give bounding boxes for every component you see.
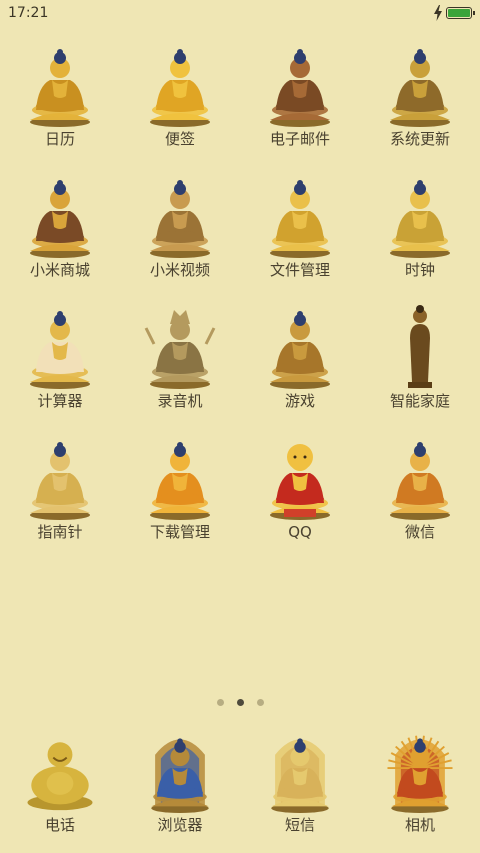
home-app-14[interactable]: QQ — [240, 429, 360, 560]
home-app-10[interactable]: 游戏 — [240, 298, 360, 429]
buddha-statue-icon — [30, 49, 90, 127]
app-label: 系统更新 — [389, 130, 450, 148]
buddha-statue-icon — [30, 180, 90, 258]
dock-app-2[interactable]: 短信 — [240, 726, 360, 844]
buddha-statue-icon — [150, 49, 210, 127]
buddha-statue-icon — [150, 180, 210, 258]
app-label: 游戏 — [284, 392, 315, 410]
home-app-0[interactable]: 日历 — [0, 36, 120, 167]
home-app-1[interactable]: 便签 — [120, 36, 240, 167]
thousand-arm-guanyin-icon — [387, 735, 453, 814]
app-label: 时钟 — [404, 261, 435, 279]
dock: 电话 浏览器 短信 相机 — [0, 726, 480, 844]
app-label: 电子邮件 — [269, 130, 330, 148]
app-label: 相机 — [404, 816, 435, 834]
page-indicator — [0, 699, 480, 706]
status-icons — [433, 5, 475, 21]
app-label: 指南针 — [37, 523, 83, 541]
status-bar: 17:21 — [0, 0, 480, 28]
shrine-statue-icon — [151, 738, 209, 814]
dock-app-3[interactable]: 相机 — [360, 726, 480, 844]
app-label: 便签 — [164, 130, 195, 148]
bald-monk-statue-icon — [270, 444, 330, 520]
home-app-8[interactable]: 计算器 — [0, 298, 120, 429]
home-app-5[interactable]: 小米视频 — [120, 167, 240, 298]
status-time: 17:21 — [8, 5, 49, 21]
app-label: 电话 — [44, 816, 75, 834]
buddha-statue-icon — [150, 442, 210, 520]
buddha-statue-icon — [270, 49, 330, 127]
app-label: 录音机 — [157, 392, 203, 410]
app-label: 智能家庭 — [389, 392, 450, 410]
dock-app-1[interactable]: 浏览器 — [120, 726, 240, 844]
battery-level — [448, 9, 470, 17]
buddha-statue-icon — [30, 311, 90, 389]
home-app-7[interactable]: 时钟 — [360, 167, 480, 298]
buddha-statue-icon — [390, 442, 450, 520]
buddha-statue-icon — [390, 49, 450, 127]
home-app-15[interactable]: 微信 — [360, 429, 480, 560]
app-label: 计算器 — [37, 392, 83, 410]
page-dot[interactable] — [256, 699, 264, 706]
home-app-6[interactable]: 文件管理 — [240, 167, 360, 298]
shrine-statue-icon — [271, 738, 329, 814]
home-app-12[interactable]: 指南针 — [0, 429, 120, 560]
buddha-statue-icon — [390, 180, 450, 258]
bodhisattva-statue-icon — [144, 310, 216, 389]
home-app-9[interactable]: 录音机 — [120, 298, 240, 429]
battery-icon — [446, 7, 475, 19]
page-dot[interactable] — [216, 699, 224, 706]
app-label: QQ — [288, 523, 312, 541]
app-label: 小米视频 — [149, 261, 210, 279]
home-app-4[interactable]: 小米商城 — [0, 167, 120, 298]
standing-buddha-icon — [408, 305, 432, 388]
app-label: 微信 — [404, 523, 435, 541]
app-label: 短信 — [284, 816, 315, 834]
app-label: 小米商城 — [29, 261, 90, 279]
home-app-grid: 日历 便签 电子邮件 系统更新小米商城 小米视频 文件管理 时钟计算器 录音机 游戏 智能家庭指南… — [0, 36, 480, 560]
home-app-13[interactable]: 下载管理 — [120, 429, 240, 560]
buddha-statue-icon — [30, 442, 90, 520]
home-app-2[interactable]: 电子邮件 — [240, 36, 360, 167]
app-label: 下载管理 — [149, 523, 210, 541]
charging-icon — [434, 5, 442, 21]
app-label: 日历 — [44, 130, 75, 148]
app-label: 浏览器 — [157, 816, 203, 834]
home-app-11[interactable]: 智能家庭 — [360, 298, 480, 429]
buddha-statue-icon — [270, 311, 330, 389]
dock-app-0[interactable]: 电话 — [0, 726, 120, 844]
buddha-statue-icon — [270, 180, 330, 258]
laughing-buddha-icon — [27, 742, 93, 811]
page-dot[interactable] — [236, 699, 244, 706]
home-app-3[interactable]: 系统更新 — [360, 36, 480, 167]
app-label: 文件管理 — [269, 261, 330, 279]
